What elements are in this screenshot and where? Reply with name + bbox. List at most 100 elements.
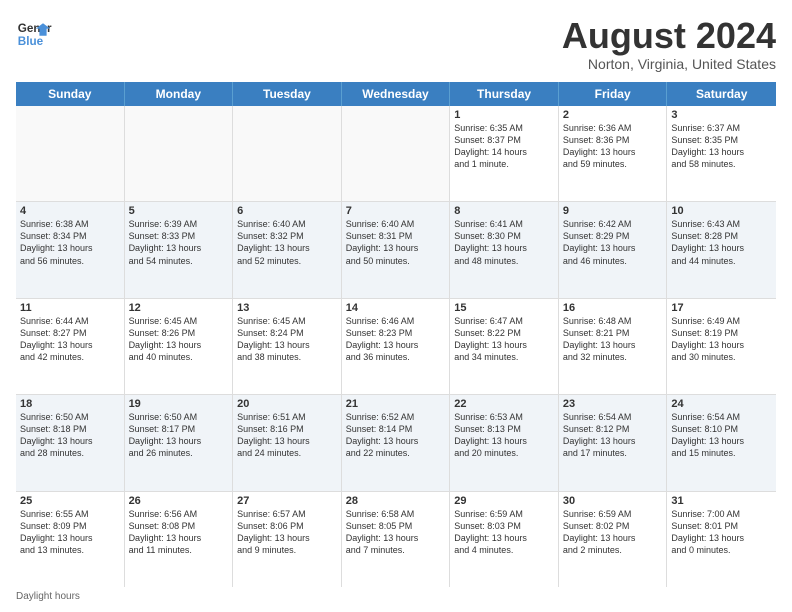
day-number: 23 [563, 398, 663, 410]
cell-info: Sunrise: 6:59 AMSunset: 8:02 PMDaylight:… [563, 508, 663, 557]
calendar-cell: 11Sunrise: 6:44 AMSunset: 8:27 PMDayligh… [16, 299, 125, 394]
cell-info: Sunrise: 6:51 AMSunset: 8:16 PMDaylight:… [237, 411, 337, 460]
calendar-cell: 10Sunrise: 6:43 AMSunset: 8:28 PMDayligh… [667, 202, 776, 297]
day-number: 17 [671, 302, 772, 314]
day-number: 9 [563, 205, 663, 217]
day-number: 18 [20, 398, 120, 410]
calendar-row-4: 18Sunrise: 6:50 AMSunset: 8:18 PMDayligh… [16, 395, 776, 491]
calendar-cell: 5Sunrise: 6:39 AMSunset: 8:33 PMDaylight… [125, 202, 234, 297]
day-number: 21 [346, 398, 446, 410]
cell-info: Sunrise: 6:50 AMSunset: 8:18 PMDaylight:… [20, 411, 120, 460]
cell-info: Sunrise: 6:49 AMSunset: 8:19 PMDaylight:… [671, 315, 772, 364]
calendar-cell: 6Sunrise: 6:40 AMSunset: 8:32 PMDaylight… [233, 202, 342, 297]
cell-info: Sunrise: 6:52 AMSunset: 8:14 PMDaylight:… [346, 411, 446, 460]
calendar-cell: 9Sunrise: 6:42 AMSunset: 8:29 PMDaylight… [559, 202, 668, 297]
day-number: 27 [237, 495, 337, 507]
calendar-cell: 15Sunrise: 6:47 AMSunset: 8:22 PMDayligh… [450, 299, 559, 394]
day-number: 10 [671, 205, 772, 217]
main-title: August 2024 [562, 16, 776, 56]
day-number: 24 [671, 398, 772, 410]
calendar-cell [125, 106, 234, 201]
day-of-week-friday: Friday [559, 82, 668, 106]
cell-info: Sunrise: 6:43 AMSunset: 8:28 PMDaylight:… [671, 218, 772, 267]
calendar-cell: 20Sunrise: 6:51 AMSunset: 8:16 PMDayligh… [233, 395, 342, 490]
cell-info: Sunrise: 6:53 AMSunset: 8:13 PMDaylight:… [454, 411, 554, 460]
calendar-cell [233, 106, 342, 201]
logo: General Blue [16, 16, 52, 52]
day-number: 22 [454, 398, 554, 410]
header: General Blue August 2024 Norton, Virgini… [16, 16, 776, 72]
day-of-week-wednesday: Wednesday [342, 82, 451, 106]
calendar-cell: 8Sunrise: 6:41 AMSunset: 8:30 PMDaylight… [450, 202, 559, 297]
calendar-cell: 18Sunrise: 6:50 AMSunset: 8:18 PMDayligh… [16, 395, 125, 490]
calendar-cell: 31Sunrise: 7:00 AMSunset: 8:01 PMDayligh… [667, 492, 776, 587]
day-number: 16 [563, 302, 663, 314]
day-of-week-thursday: Thursday [450, 82, 559, 106]
day-number: 29 [454, 495, 554, 507]
calendar-cell: 22Sunrise: 6:53 AMSunset: 8:13 PMDayligh… [450, 395, 559, 490]
footer-note: Daylight hours [16, 591, 776, 602]
calendar-cell: 3Sunrise: 6:37 AMSunset: 8:35 PMDaylight… [667, 106, 776, 201]
calendar-cell: 28Sunrise: 6:58 AMSunset: 8:05 PMDayligh… [342, 492, 451, 587]
cell-info: Sunrise: 6:38 AMSunset: 8:34 PMDaylight:… [20, 218, 120, 267]
calendar-cell: 27Sunrise: 6:57 AMSunset: 8:06 PMDayligh… [233, 492, 342, 587]
day-number: 31 [671, 495, 772, 507]
cell-info: Sunrise: 6:57 AMSunset: 8:06 PMDaylight:… [237, 508, 337, 557]
calendar-cell: 16Sunrise: 6:48 AMSunset: 8:21 PMDayligh… [559, 299, 668, 394]
cell-info: Sunrise: 6:42 AMSunset: 8:29 PMDaylight:… [563, 218, 663, 267]
cell-info: Sunrise: 7:00 AMSunset: 8:01 PMDaylight:… [671, 508, 772, 557]
calendar-cell [342, 106, 451, 201]
calendar-cell: 21Sunrise: 6:52 AMSunset: 8:14 PMDayligh… [342, 395, 451, 490]
calendar-cell: 29Sunrise: 6:59 AMSunset: 8:03 PMDayligh… [450, 492, 559, 587]
calendar-cell: 24Sunrise: 6:54 AMSunset: 8:10 PMDayligh… [667, 395, 776, 490]
cell-info: Sunrise: 6:50 AMSunset: 8:17 PMDaylight:… [129, 411, 229, 460]
day-number: 15 [454, 302, 554, 314]
calendar-cell: 23Sunrise: 6:54 AMSunset: 8:12 PMDayligh… [559, 395, 668, 490]
day-number: 26 [129, 495, 229, 507]
day-of-week-sunday: Sunday [16, 82, 125, 106]
cell-info: Sunrise: 6:40 AMSunset: 8:32 PMDaylight:… [237, 218, 337, 267]
calendar-cell: 14Sunrise: 6:46 AMSunset: 8:23 PMDayligh… [342, 299, 451, 394]
cell-info: Sunrise: 6:54 AMSunset: 8:12 PMDaylight:… [563, 411, 663, 460]
day-number: 19 [129, 398, 229, 410]
title-block: August 2024 Norton, Virginia, United Sta… [562, 16, 776, 72]
cell-info: Sunrise: 6:59 AMSunset: 8:03 PMDaylight:… [454, 508, 554, 557]
cell-info: Sunrise: 6:45 AMSunset: 8:26 PMDaylight:… [129, 315, 229, 364]
calendar: SundayMondayTuesdayWednesdayThursdayFrid… [16, 82, 776, 587]
calendar-row-2: 4Sunrise: 6:38 AMSunset: 8:34 PMDaylight… [16, 202, 776, 298]
calendar-header: SundayMondayTuesdayWednesdayThursdayFrid… [16, 82, 776, 106]
cell-info: Sunrise: 6:39 AMSunset: 8:33 PMDaylight:… [129, 218, 229, 267]
cell-info: Sunrise: 6:44 AMSunset: 8:27 PMDaylight:… [20, 315, 120, 364]
cell-info: Sunrise: 6:45 AMSunset: 8:24 PMDaylight:… [237, 315, 337, 364]
cell-info: Sunrise: 6:58 AMSunset: 8:05 PMDaylight:… [346, 508, 446, 557]
cell-info: Sunrise: 6:41 AMSunset: 8:30 PMDaylight:… [454, 218, 554, 267]
day-number: 30 [563, 495, 663, 507]
calendar-cell [16, 106, 125, 201]
cell-info: Sunrise: 6:46 AMSunset: 8:23 PMDaylight:… [346, 315, 446, 364]
cell-info: Sunrise: 6:55 AMSunset: 8:09 PMDaylight:… [20, 508, 120, 557]
svg-text:General: General [18, 22, 52, 35]
cell-info: Sunrise: 6:36 AMSunset: 8:36 PMDaylight:… [563, 122, 663, 171]
day-number: 25 [20, 495, 120, 507]
cell-info: Sunrise: 6:40 AMSunset: 8:31 PMDaylight:… [346, 218, 446, 267]
calendar-cell: 4Sunrise: 6:38 AMSunset: 8:34 PMDaylight… [16, 202, 125, 297]
day-number: 4 [20, 205, 120, 217]
calendar-cell: 7Sunrise: 6:40 AMSunset: 8:31 PMDaylight… [342, 202, 451, 297]
calendar-row-1: 1Sunrise: 6:35 AMSunset: 8:37 PMDaylight… [16, 106, 776, 202]
page: General Blue August 2024 Norton, Virgini… [0, 0, 792, 612]
calendar-cell: 30Sunrise: 6:59 AMSunset: 8:02 PMDayligh… [559, 492, 668, 587]
calendar-cell: 17Sunrise: 6:49 AMSunset: 8:19 PMDayligh… [667, 299, 776, 394]
day-number: 8 [454, 205, 554, 217]
calendar-cell: 26Sunrise: 6:56 AMSunset: 8:08 PMDayligh… [125, 492, 234, 587]
subtitle: Norton, Virginia, United States [562, 56, 776, 72]
calendar-cell: 1Sunrise: 6:35 AMSunset: 8:37 PMDaylight… [450, 106, 559, 201]
cell-info: Sunrise: 6:35 AMSunset: 8:37 PMDaylight:… [454, 122, 554, 171]
calendar-row-5: 25Sunrise: 6:55 AMSunset: 8:09 PMDayligh… [16, 492, 776, 587]
cell-info: Sunrise: 6:48 AMSunset: 8:21 PMDaylight:… [563, 315, 663, 364]
day-number: 28 [346, 495, 446, 507]
day-number: 11 [20, 302, 120, 314]
calendar-cell: 25Sunrise: 6:55 AMSunset: 8:09 PMDayligh… [16, 492, 125, 587]
cell-info: Sunrise: 6:56 AMSunset: 8:08 PMDaylight:… [129, 508, 229, 557]
day-number: 20 [237, 398, 337, 410]
cell-info: Sunrise: 6:54 AMSunset: 8:10 PMDaylight:… [671, 411, 772, 460]
